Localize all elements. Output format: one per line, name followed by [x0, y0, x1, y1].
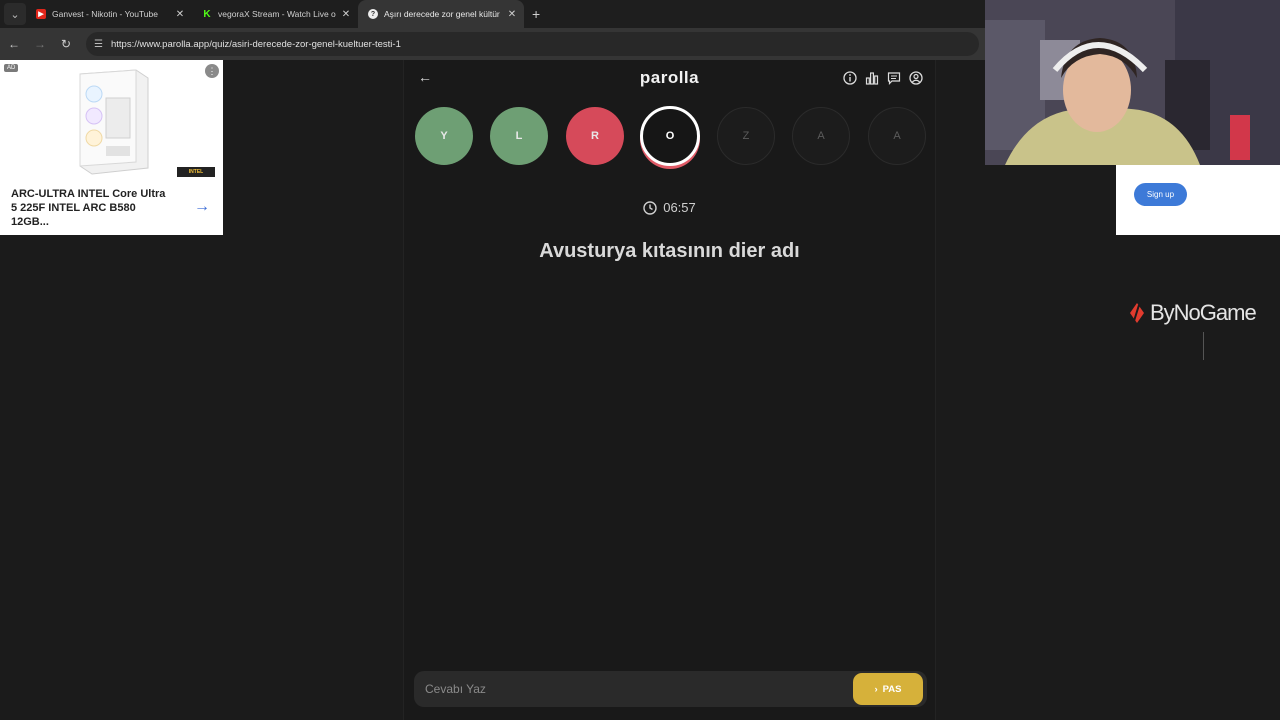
signup-panel: Sign up	[1116, 165, 1280, 235]
divider	[1203, 332, 1204, 360]
brand-logo: INTEL	[177, 167, 215, 177]
browser-tab-active[interactable]: ? Aşırı derecede zor genel kültür ✕	[358, 0, 524, 28]
signup-button[interactable]: Sign up	[1134, 183, 1187, 206]
pc-case-image	[79, 69, 149, 175]
letter-circle: A	[792, 107, 850, 165]
new-tab-icon[interactable]: +	[532, 6, 540, 22]
user-icon[interactable]	[909, 71, 923, 85]
answer-bar: › PAS	[414, 671, 927, 707]
tab-search-button[interactable]: ⌄	[4, 3, 26, 25]
stats-icon[interactable]	[865, 71, 879, 85]
timer: 06:57	[404, 200, 935, 215]
tab-title: vegoraX Stream - Watch Live o	[218, 9, 336, 19]
sponsor-logo: ByNoGame	[1128, 300, 1257, 326]
kick-icon: K	[202, 8, 212, 20]
question-text: Avusturya kıtasının dier adı	[539, 240, 800, 262]
tab-title: Ganvest - Nikotin - YouTube	[52, 9, 158, 19]
letter-circle: A	[868, 107, 926, 165]
close-tab-icon[interactable]: ✕	[504, 9, 520, 20]
letter-circle: R	[566, 107, 624, 165]
close-tab-icon[interactable]: ✕	[338, 9, 354, 20]
comment-icon[interactable]	[887, 71, 901, 85]
timer-value: 06:57	[663, 200, 696, 215]
address-bar[interactable]: ☰ https://www.parolla.app/quiz/asiri-der…	[86, 32, 979, 56]
ad-text: ARC-ULTRA INTEL Core Ultra 5 225F INTEL …	[11, 188, 166, 228]
youtube-icon: ▶	[36, 9, 46, 19]
bynogame-logo-icon	[1130, 303, 1144, 323]
answer-input[interactable]	[414, 671, 844, 707]
back-arrow-icon[interactable]: ←	[2, 37, 26, 51]
header-icons	[843, 71, 923, 85]
sponsor-name: ByNoGame	[1150, 300, 1257, 325]
url-text: https://www.parolla.app/quiz/asiri-derec…	[110, 38, 401, 50]
pass-label: PAS	[882, 683, 902, 695]
arrow-right-icon[interactable]: →	[194, 198, 210, 216]
letter-row: Y L R O Z A A	[415, 106, 927, 168]
browser-toolbar: ← → ↻ ☰ https://www.parolla.app/quiz/asi…	[0, 28, 985, 60]
close-tab-icon[interactable]: ✕	[172, 9, 188, 20]
ad-options-icon[interactable]: ⋮	[205, 64, 219, 78]
site-settings-icon[interactable]: ☰	[94, 39, 103, 50]
webcam-overlay	[985, 0, 1280, 165]
browser-tab[interactable]: K vegoraX Stream - Watch Live o ✕	[192, 0, 358, 28]
letter-circle: Y	[415, 107, 473, 165]
screen: ⌄ ▶ Ganvest - Nikotin - YouTube ✕ K vego…	[0, 0, 1280, 720]
ad-badge: AD	[4, 64, 19, 72]
browser-tab-bar: ⌄ ▶ Ganvest - Nikotin - YouTube ✕ K vego…	[0, 0, 985, 28]
current-letter-circle: O	[640, 106, 700, 166]
letter-circle: L	[490, 107, 548, 165]
letter-circle: Z	[717, 107, 775, 165]
advertisement[interactable]: AD ⋮ INTEL ARC-ULTRA INTEL Core Ultra 5 …	[0, 60, 223, 235]
parolla-icon: ?	[368, 9, 378, 19]
quiz-header: ← parolla	[404, 60, 935, 96]
chevron-right-icon: ›	[874, 683, 878, 695]
reload-icon[interactable]: ↻	[54, 37, 78, 51]
clock-icon	[643, 200, 657, 215]
pass-button[interactable]: › PAS	[853, 673, 923, 705]
browser-tab[interactable]: ▶ Ganvest - Nikotin - YouTube ✕	[26, 0, 192, 28]
quiz-panel: ← parolla Y L R O Z A A 06:57 Avusturya …	[403, 60, 936, 720]
forward-arrow-icon[interactable]: →	[28, 37, 52, 51]
tab-title: Aşırı derecede zor genel kültür	[384, 9, 500, 19]
info-icon[interactable]	[843, 71, 857, 85]
